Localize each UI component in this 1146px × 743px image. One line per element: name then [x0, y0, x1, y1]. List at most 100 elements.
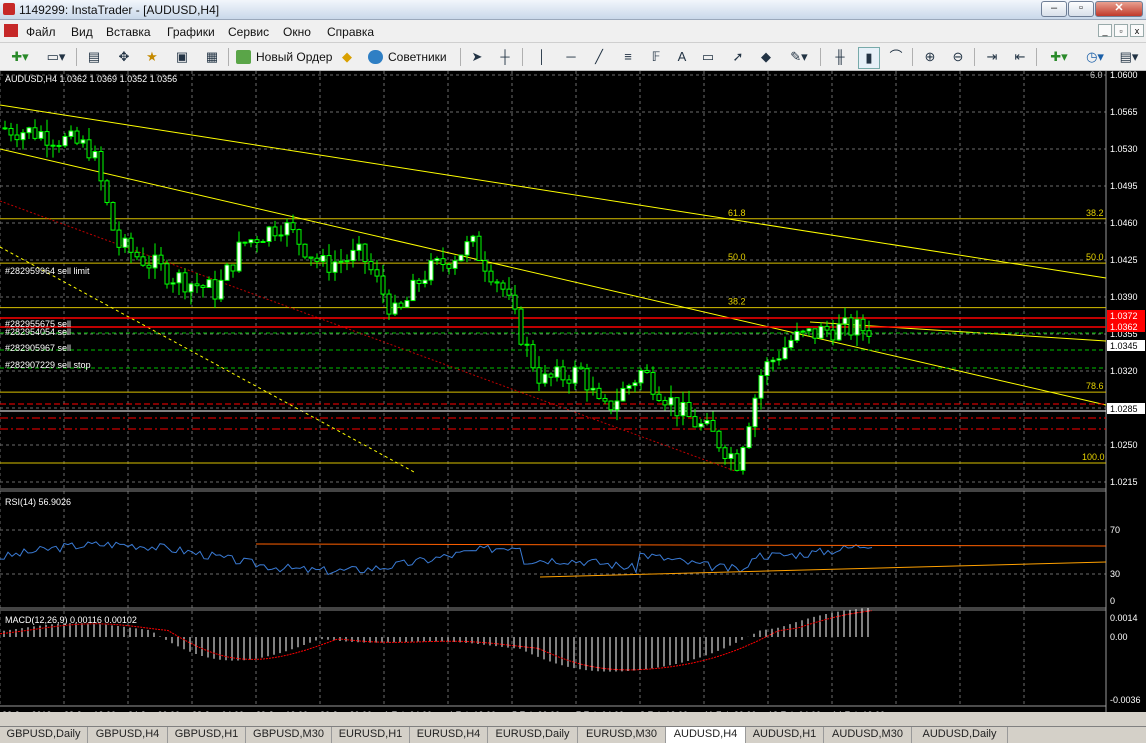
candle-body [338, 260, 344, 263]
new-order-button[interactable]: Новый Ордер [234, 47, 354, 67]
tab-eurusd-h4[interactable]: EURUSD,H4 [410, 727, 488, 743]
fib-level-label: 38.2 [728, 297, 746, 307]
trendline-short [809, 321, 1107, 342]
zoom-in-icon[interactable]: ⊕ [920, 47, 940, 67]
tab-audusd-m30[interactable]: AUDUSD,M30 [824, 727, 912, 743]
candle-body [608, 400, 614, 411]
candle-body [266, 226, 272, 242]
candle-body [704, 419, 710, 425]
maximize-button[interactable]: ▫ [1068, 1, 1094, 17]
close-button[interactable]: ✕ [1095, 1, 1143, 17]
menu-insert[interactable]: Вставка [106, 25, 151, 39]
terminal-icon[interactable]: ▣ [172, 47, 192, 67]
shapes-icon[interactable]: ◆ [756, 47, 776, 67]
candle-body [350, 249, 356, 262]
price-tick-label: 1.0460 [1110, 218, 1138, 228]
candle-body [374, 269, 380, 277]
label-icon[interactable]: ▭ [698, 47, 718, 67]
trendline-upper [0, 104, 1107, 279]
candle-body [68, 130, 74, 137]
chart-area[interactable]: 61.8 38.2 50.0 50.0 38.2 78.6 100.0 #282959964 … [0, 70, 1146, 720]
menu-tools[interactable]: Сервис [228, 25, 269, 39]
tab-gbpusd-daily[interactable]: GBPUSD,Daily [0, 727, 88, 743]
tab-eurusd-h1[interactable]: EURUSD,H1 [332, 727, 410, 743]
chart-shift-icon[interactable]: ⇤ [1010, 47, 1030, 67]
trendline-icon[interactable]: ╱ [590, 47, 608, 67]
candle-body [116, 229, 122, 248]
candle-body [164, 263, 170, 285]
mdi-minimize-button[interactable]: _ [1098, 24, 1112, 37]
fibonacci-icon[interactable]: 𝔽 [646, 47, 666, 67]
chart-canvas[interactable]: 61.8 38.2 50.0 50.0 38.2 78.6 100.0 #282959964 … [0, 70, 1146, 720]
minimize-button[interactable]: – [1041, 1, 1067, 17]
tab-audusd-h4[interactable]: AUDUSD,H4 [666, 727, 746, 743]
crosshair-icon[interactable]: ┼ [496, 47, 514, 67]
mdi-close-button[interactable]: x [1130, 24, 1144, 37]
candle-body [332, 261, 338, 273]
candle-body [302, 243, 308, 258]
candle-body [752, 397, 758, 428]
market-watch-icon[interactable]: ▤ [84, 47, 104, 67]
candlestick-chart-icon[interactable]: ▮ [858, 47, 880, 69]
text-icon[interactable]: A [674, 47, 690, 67]
macd-label: MACD(12,26,9) 0.00116 0.00102 [5, 615, 137, 625]
menu-charts[interactable]: Графики [167, 25, 215, 39]
tab-gbpusd-h1[interactable]: GBPUSD,H1 [168, 727, 246, 743]
arrows-icon[interactable]: ➚ [728, 47, 748, 67]
new-chart-icon[interactable]: ✚▾ [6, 47, 34, 67]
menu-view[interactable]: Вид [71, 25, 93, 39]
tab-gbpusd-h4[interactable]: GBPUSD,H4 [88, 727, 168, 743]
order-label: #282954054 sell [5, 327, 71, 337]
candle-body [230, 264, 236, 272]
auto-scroll-icon[interactable]: ⇥ [982, 47, 1002, 67]
data-window-icon[interactable]: ★ [142, 47, 162, 67]
bar-chart-icon[interactable]: ╫ [830, 47, 850, 67]
line-chart-icon[interactable]: ⌒ [886, 47, 906, 67]
time-axis-label: 14 Feb 12:00 [832, 710, 885, 712]
candle-body [380, 275, 386, 295]
horizontal-line-icon[interactable]: ─ [562, 47, 580, 67]
tab-eurusd-m30[interactable]: EURUSD,M30 [578, 727, 666, 743]
objects-dropdown-icon[interactable]: ✎▾ [786, 47, 812, 67]
time-axis-label: 23 Jan 12:00 [64, 710, 116, 712]
tab-audusd-h1[interactable]: AUDUSD,H1 [746, 727, 824, 743]
candle-body [452, 260, 458, 269]
candle-body [494, 281, 500, 284]
candle-body [422, 279, 428, 285]
candle-body [740, 447, 746, 471]
candle-body [176, 272, 182, 284]
channel-icon[interactable]: ≡ [618, 47, 638, 67]
tab-gbpusd-m30[interactable]: GBPUSD,M30 [246, 727, 332, 743]
tester-icon[interactable]: ▦ [202, 47, 222, 67]
candle-body [656, 393, 662, 402]
navigator-icon[interactable]: ✥ [114, 47, 134, 67]
tab-eurusd-daily[interactable]: EURUSD,Daily [488, 727, 578, 743]
menu-help[interactable]: Справка [327, 25, 374, 39]
alert-icon[interactable]: ◆ [338, 47, 356, 67]
zoom-out-icon[interactable]: ⊖ [948, 47, 968, 67]
advisors-button[interactable]: Советники [366, 47, 478, 67]
price-tick-label: 1.0495 [1110, 181, 1138, 191]
candle-body [458, 254, 464, 262]
menu-file[interactable]: Файл [26, 25, 56, 39]
tab-audusd-daily[interactable]: AUDUSD,Daily [912, 727, 1008, 743]
candle-body [668, 397, 674, 406]
indicators-icon[interactable]: ✚▾ [1044, 47, 1074, 67]
candle-body [2, 127, 8, 130]
profiles-icon[interactable]: ▭▾ [42, 47, 70, 67]
candle-body [290, 222, 296, 231]
candle-body [386, 293, 392, 315]
candle-body [38, 131, 44, 139]
candle-body [122, 237, 128, 248]
mdi-restore-button[interactable]: ▫ [1114, 24, 1128, 37]
templates-icon[interactable]: ▤▾ [1116, 47, 1142, 67]
advisors-label: Советники [388, 50, 447, 64]
cursor-icon[interactable]: ➤ [468, 47, 486, 67]
menu-window[interactable]: Окно [283, 25, 311, 39]
price-tick-label: 1.0215 [1110, 477, 1138, 487]
candle-body [698, 423, 704, 428]
candle-body [680, 401, 686, 417]
vertical-line-icon[interactable]: │ [534, 47, 550, 67]
periods-icon[interactable]: ◷▾ [1082, 47, 1108, 67]
fib-level-label: 61.8 [728, 208, 746, 218]
